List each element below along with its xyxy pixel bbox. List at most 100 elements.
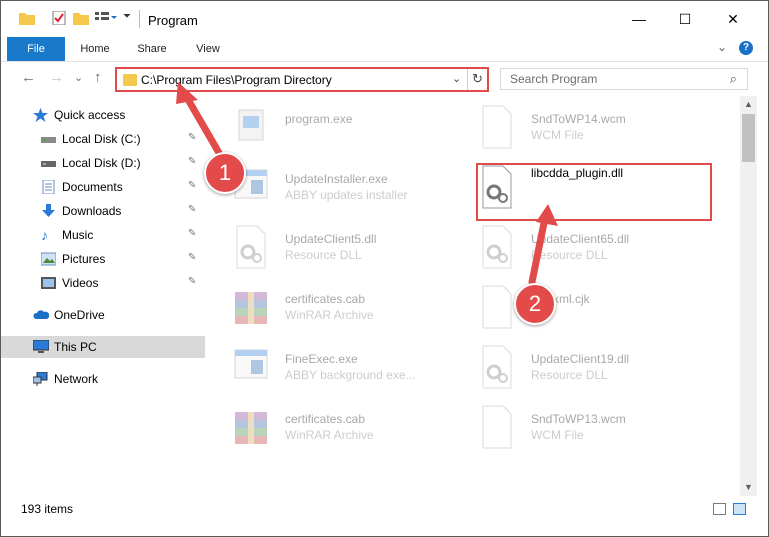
customize-toolbar-icon[interactable]: ⏷ — [123, 11, 139, 25]
computer-icon — [32, 339, 50, 354]
pin-icon: ✎ — [188, 204, 197, 215]
file-type: Resource DLL — [285, 248, 362, 262]
search-icon[interactable]: ⌕ — [730, 71, 737, 87]
vertical-scrollbar[interactable]: ▲ ▼ — [740, 96, 757, 496]
recent-locations-button[interactable]: ⌄ — [74, 71, 83, 84]
scroll-thumb[interactable] — [742, 114, 755, 162]
sidebar-item-label: Videos — [62, 276, 99, 290]
file-name: UpdateClient19.dll — [531, 352, 630, 366]
file-type: WCM File — [531, 128, 584, 142]
file-item[interactable]: UpdateClient19.dll Resource DLL — [477, 340, 717, 396]
maximize-button[interactable]: ☐ — [662, 1, 708, 37]
dll-icon — [477, 344, 517, 390]
pin-icon: ✎ — [188, 180, 197, 191]
sidebar-item-downloads[interactable]: Downloads ✎ — [1, 200, 205, 222]
sidebar-item-documents[interactable]: Documents ✎ — [1, 176, 205, 198]
address-divider — [467, 69, 468, 90]
installer-icon — [231, 344, 271, 390]
properties-icon[interactable] — [51, 10, 67, 26]
onedrive-icon — [33, 308, 50, 322]
file-item[interactable]: FineExec.exe ABBY background exe... — [231, 340, 471, 396]
file-name: certificates.cab — [285, 292, 366, 306]
dll-icon — [477, 224, 517, 270]
pin-icon: ✎ — [188, 156, 197, 167]
close-button[interactable]: ✕ — [710, 1, 756, 37]
back-button[interactable]: ← — [21, 69, 36, 86]
sidebar-item-videos[interactable]: Videos ✎ — [1, 272, 205, 294]
sidebar-item-pictures[interactable]: Pictures ✎ — [1, 248, 205, 270]
sidebar-item-onedrive[interactable]: OneDrive — [1, 304, 205, 326]
file-name: UpdateClient5.dll — [285, 232, 377, 246]
sidebar-item-label: Music — [62, 228, 94, 242]
sidebar-item-quick-access[interactable]: Quick access — [1, 104, 205, 126]
file-item[interactable]: SndToWP14.wcm WCM File — [477, 100, 717, 156]
pin-icon: ✎ — [188, 276, 197, 287]
file-item[interactable]: certificates.cab WinRAR Archive — [231, 400, 471, 456]
help-icon[interactable]: ? — [739, 41, 753, 55]
sidebar-item-local-disk-c[interactable]: Local Disk (C:) ✎ — [1, 128, 205, 150]
dll-icon — [231, 224, 271, 270]
sidebar-item-network[interactable]: Network — [1, 368, 205, 390]
pictures-icon — [40, 252, 57, 266]
file-name: UpdateInstaller.exe — [285, 172, 388, 186]
sidebar-item-label: Documents — [62, 180, 123, 194]
star-icon — [33, 108, 48, 122]
title-divider — [139, 10, 140, 28]
scroll-up-icon[interactable]: ▲ — [740, 96, 757, 113]
file-type: WCM File — [531, 428, 584, 442]
sidebar-item-this-pc[interactable]: This PC — [1, 336, 205, 358]
downloads-icon — [41, 204, 56, 218]
refresh-icon[interactable]: ↻ — [472, 71, 483, 87]
sidebar-item-label: Downloads — [62, 204, 122, 218]
address-bar[interactable]: C:\Program Files\Program Directory ⌄ ↻ — [115, 67, 489, 92]
archive-icon — [231, 284, 271, 330]
new-folder-icon[interactable] — [73, 11, 89, 25]
explorer-window: ⏷ Program — ☐ ✕ File Home Share View ⌄ ?… — [0, 0, 769, 537]
file-item[interactable]: UpdateInstaller.exe ABBY updates install… — [231, 160, 471, 216]
tab-file[interactable]: File — [7, 37, 65, 61]
large-icons-view-icon[interactable] — [733, 503, 746, 515]
sidebar-item-label: This PC — [54, 340, 97, 354]
minimize-button[interactable]: — — [616, 1, 662, 37]
pin-icon: ✎ — [188, 132, 197, 143]
title-bar: ⏷ Program — ☐ ✕ — [1, 1, 768, 37]
file-type: Resource DLL — [531, 248, 608, 262]
documents-icon — [41, 179, 56, 195]
blank-file-icon — [477, 104, 517, 150]
sidebar-item-local-disk-d[interactable]: Local Disk (D:) ✎ — [1, 152, 205, 174]
up-button[interactable]: ↑ — [94, 69, 102, 86]
forward-button[interactable]: → — [49, 69, 64, 86]
address-path[interactable]: C:\Program Files\Program Directory — [141, 73, 332, 87]
chevron-down-icon[interactable]: ⌄ — [452, 72, 461, 85]
sidebar-item-label: Local Disk (D:) — [62, 156, 141, 170]
tab-view[interactable]: View — [183, 37, 233, 61]
videos-icon — [41, 276, 56, 290]
file-item[interactable]: certificates.cab WinRAR Archive — [231, 280, 471, 336]
sidebar-item-label: Quick access — [54, 108, 126, 122]
view-options-icon[interactable] — [95, 11, 117, 25]
file-item[interactable]: program.exe — [231, 100, 471, 156]
file-item[interactable]: SndToWP13.wcm WCM File — [477, 400, 717, 456]
music-icon: ♪ — [41, 227, 48, 243]
ribbon: File Home Share View ⌄ ? — [1, 37, 768, 61]
details-view-icon[interactable] — [713, 503, 726, 515]
status-bar: 193 items — [1, 497, 768, 521]
scroll-down-icon[interactable]: ▼ — [740, 479, 757, 496]
search-input[interactable]: Search Program ⌕ — [500, 68, 748, 90]
file-item[interactable]: UpdateClient5.dll Resource DLL — [231, 220, 471, 276]
file-item[interactable]: gimixml.cjk File — [477, 280, 717, 336]
folder-icon[interactable] — [19, 11, 35, 25]
file-name: SndToWP13.wcm — [531, 412, 626, 426]
archive-icon — [231, 404, 271, 450]
tab-home[interactable]: Home — [69, 37, 121, 61]
file-name: UpdateClient65.dll — [531, 232, 630, 246]
navigation-bar: ← → ⌄ ↑ C:\Program Files\Program Directo… — [1, 61, 768, 95]
tab-share[interactable]: Share — [127, 37, 177, 61]
expand-ribbon-icon[interactable]: ⌄ — [717, 40, 727, 54]
exe-icon — [231, 104, 271, 150]
file-name: FineExec.exe — [285, 352, 358, 366]
highlight-box — [476, 163, 712, 221]
drive-icon — [41, 132, 56, 146]
file-item[interactable]: UpdateClient65.dll Resource DLL — [477, 220, 717, 276]
sidebar-item-music[interactable]: ♪ Music ✎ — [1, 224, 205, 246]
